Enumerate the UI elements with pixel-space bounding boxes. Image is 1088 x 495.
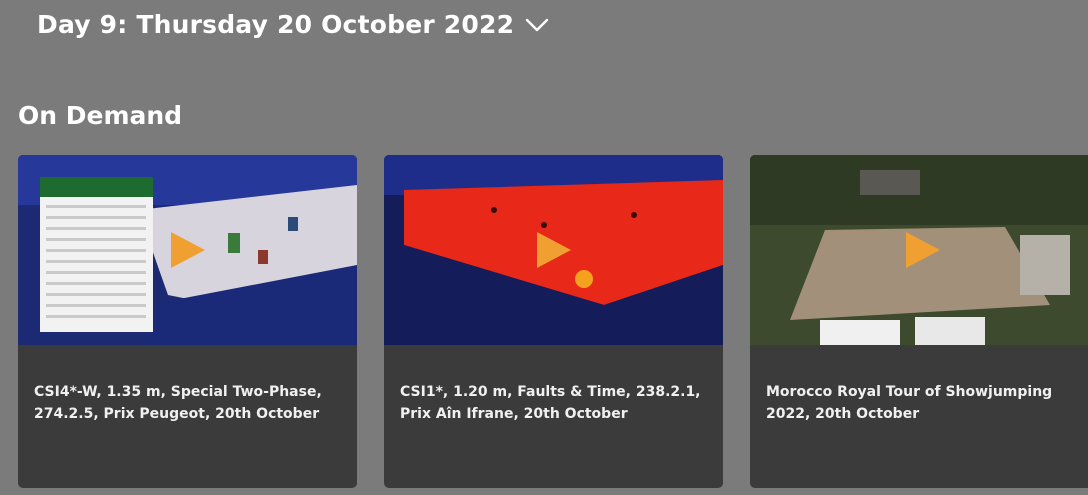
play-icon[interactable] — [904, 230, 942, 270]
day-title: Day 9: Thursday 20 October 2022 — [37, 10, 515, 39]
video-card[interactable]: Morocco Royal Tour of Showjumping 2022, … — [750, 155, 1088, 488]
video-title: CSI4*-W, 1.35 m, Special Two-Phase, 274.… — [34, 384, 322, 422]
section-title: On Demand — [18, 101, 183, 130]
video-card-list: CSI4*-W, 1.35 m, Special Two-Phase, 274.… — [18, 155, 1088, 488]
day-selector[interactable]: Day 9: Thursday 20 October 2022 — [37, 10, 550, 39]
video-title: CSI1*, 1.20 m, Faults & Time, 238.2.1, P… — [400, 384, 701, 422]
video-card[interactable]: CSI4*-W, 1.35 m, Special Two-Phase, 274.… — [18, 155, 357, 488]
chevron-down-icon[interactable] — [524, 15, 550, 35]
video-thumbnail[interactable] — [384, 155, 723, 345]
play-icon[interactable] — [535, 230, 573, 270]
video-title: Morocco Royal Tour of Showjumping 2022, … — [766, 384, 1053, 422]
video-thumbnail[interactable] — [18, 155, 357, 345]
play-icon[interactable] — [169, 230, 207, 270]
video-card[interactable]: CSI1*, 1.20 m, Faults & Time, 238.2.1, P… — [384, 155, 723, 488]
video-thumbnail[interactable] — [750, 155, 1088, 345]
